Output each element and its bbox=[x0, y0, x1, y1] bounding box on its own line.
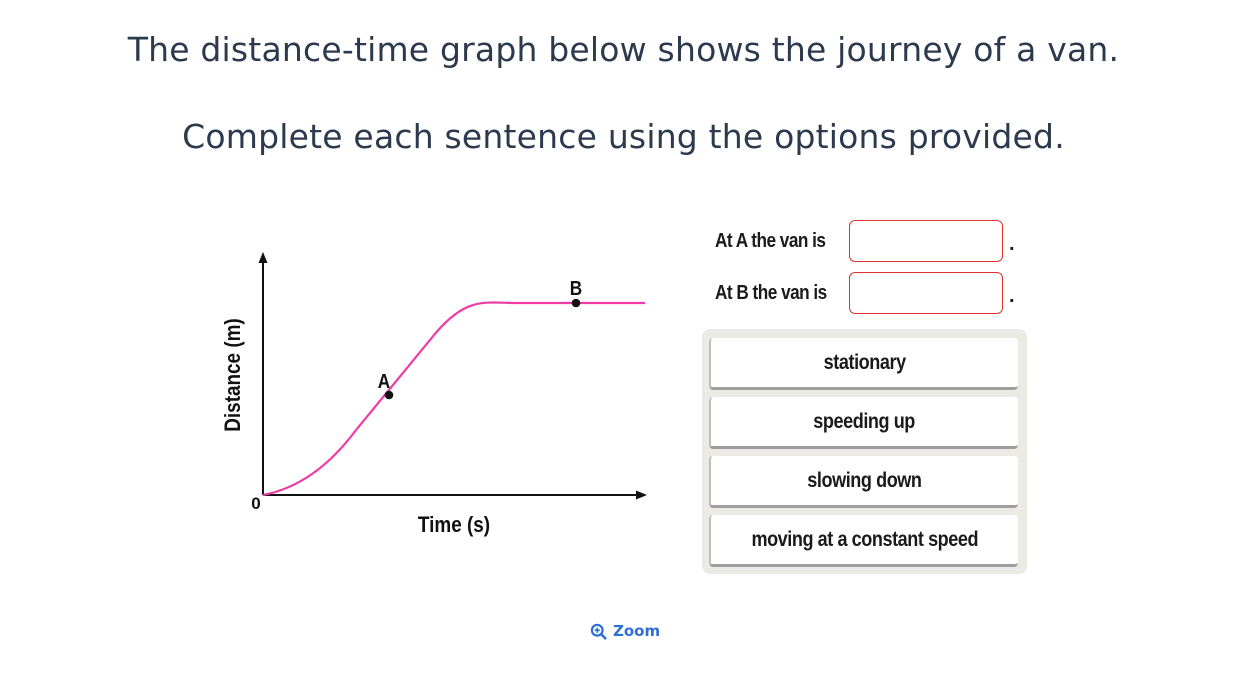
question-instruction: Complete each sentence using the options… bbox=[182, 117, 1065, 156]
option-constant-speed[interactable]: moving at a constant speed bbox=[709, 515, 1018, 567]
sentence-a-period: . bbox=[1009, 232, 1015, 255]
zoom-button[interactable]: Zoom bbox=[590, 621, 660, 641]
y-axis-arrow bbox=[258, 252, 268, 263]
sentence-b: At B the van is . bbox=[715, 271, 1015, 315]
option-label: slowing down bbox=[807, 468, 922, 492]
point-b-label: B bbox=[570, 277, 582, 300]
option-label: stationary bbox=[823, 350, 906, 374]
x-axis-label: Time (s) bbox=[418, 513, 490, 538]
origin-label: 0 bbox=[251, 494, 260, 513]
sentence-b-period: . bbox=[1009, 284, 1015, 307]
zoom-in-icon bbox=[590, 623, 607, 640]
option-slowing-down[interactable]: slowing down bbox=[709, 456, 1018, 508]
option-label: speeding up bbox=[813, 409, 916, 433]
option-speeding-up[interactable]: speeding up bbox=[709, 397, 1018, 449]
journey-curve bbox=[262, 301, 645, 497]
sentence-a-text: At A the van is bbox=[715, 229, 826, 252]
sentence-a: At A the van is . bbox=[715, 219, 1015, 263]
point-a-label: A bbox=[378, 370, 390, 393]
zoom-label: Zoom bbox=[613, 622, 661, 640]
y-axis-label: Distance (m) bbox=[221, 318, 246, 431]
answer-drop-box-b[interactable] bbox=[849, 272, 1003, 314]
options-panel: stationary speeding up slowing down movi… bbox=[702, 329, 1027, 574]
x-axis-arrow bbox=[636, 490, 647, 500]
distance-time-graph: A B 0 Time (s) Distance (m) bbox=[221, 252, 647, 538]
question-heading: The distance-time graph below shows the … bbox=[127, 30, 1120, 69]
point-b-marker bbox=[571, 298, 581, 308]
option-label: moving at a constant speed bbox=[751, 527, 978, 551]
option-stationary[interactable]: stationary bbox=[709, 338, 1018, 390]
sentence-b-text: At B the van is bbox=[715, 281, 827, 304]
answer-drop-box-a[interactable] bbox=[849, 220, 1003, 262]
